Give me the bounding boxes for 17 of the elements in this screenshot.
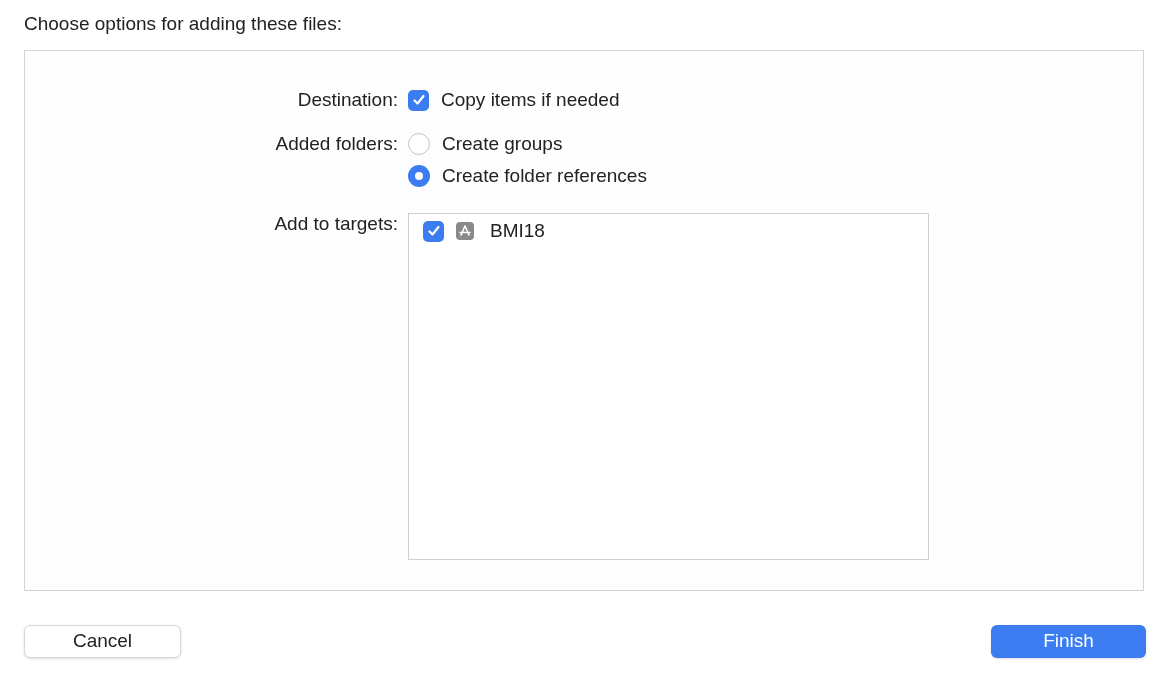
radio-button[interactable]	[408, 165, 430, 187]
target-label[interactable]: BMI18	[490, 216, 545, 246]
checkbox[interactable]	[408, 89, 429, 111]
checkmark-icon	[411, 93, 426, 107]
finish-button[interactable]: Finish	[991, 625, 1146, 658]
checkmark-icon	[426, 224, 441, 238]
radio-button[interactable]	[408, 133, 430, 155]
cancel-button[interactable]: Cancel	[24, 625, 181, 658]
dialog-heading: Choose options for adding these files:	[23, 12, 343, 36]
app-icon	[456, 222, 474, 240]
option-label: Copy items if needed	[441, 87, 620, 112]
field-label: Add to targets:	[273, 212, 398, 236]
field-label: Destination:	[296, 88, 398, 112]
option-label: Create groups	[442, 131, 563, 156]
field-label: Added folders:	[274, 132, 398, 156]
option-label: Create folder references	[442, 163, 647, 188]
checkbox[interactable]	[423, 220, 444, 242]
